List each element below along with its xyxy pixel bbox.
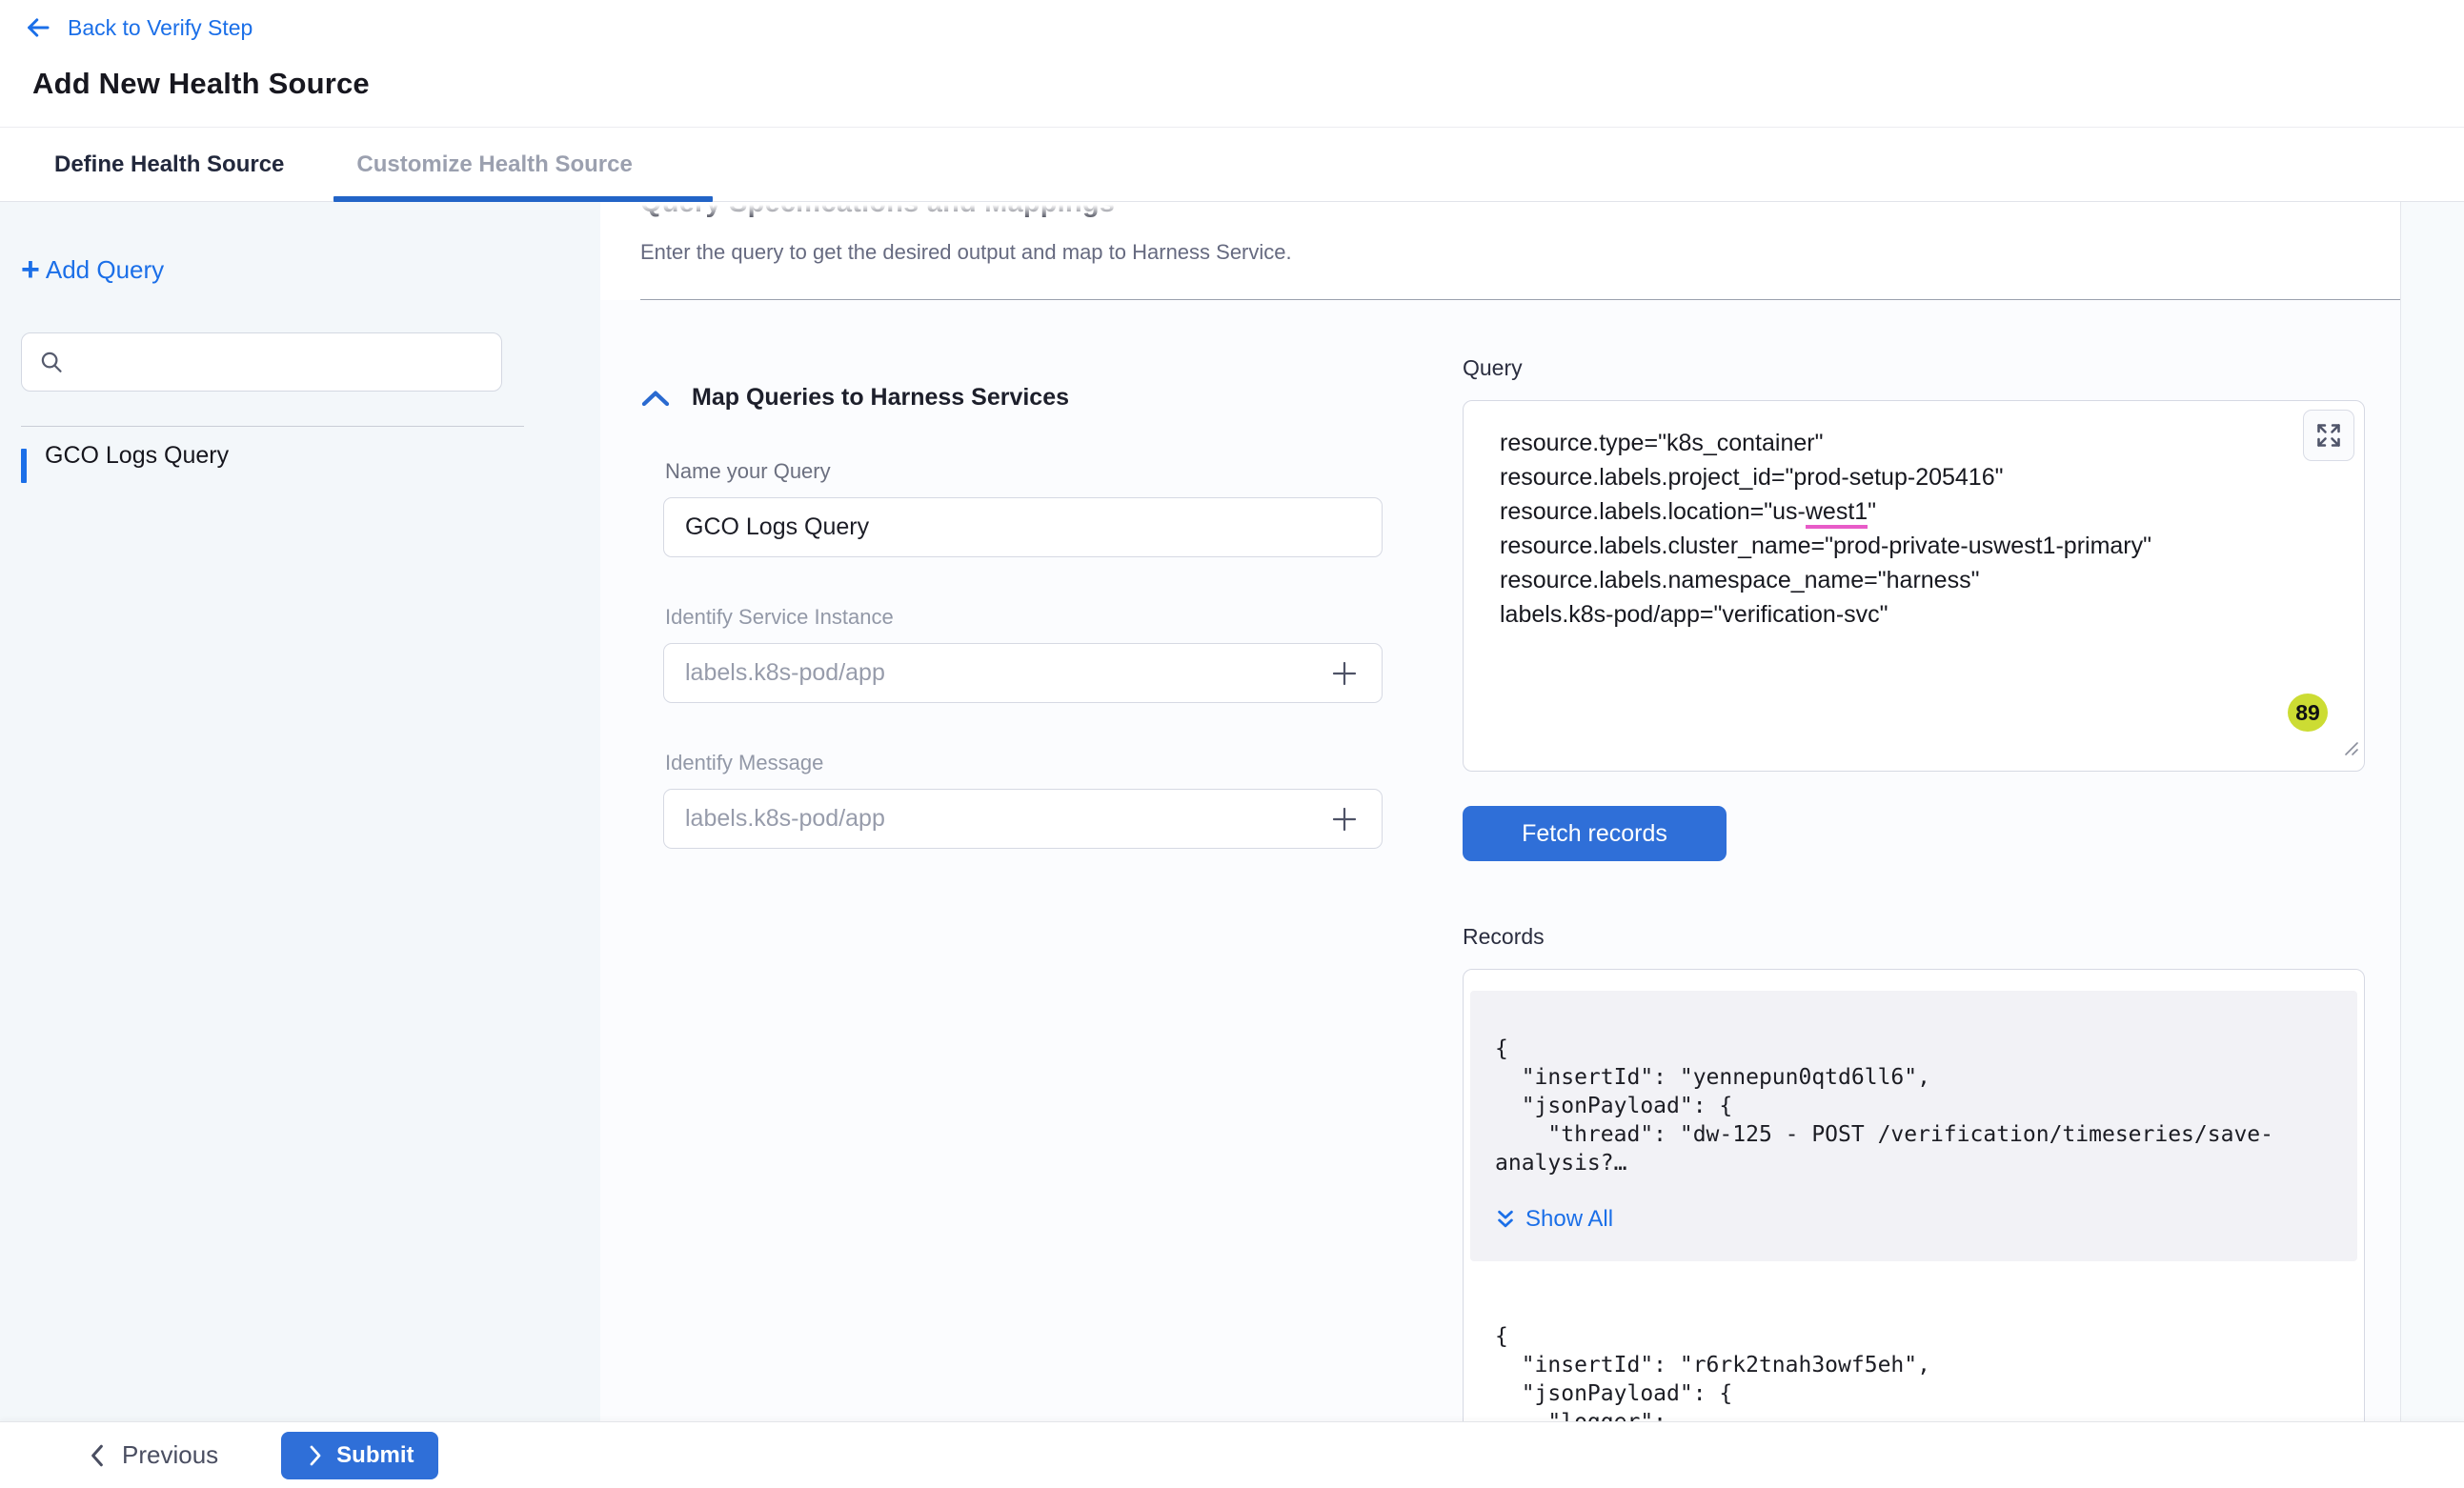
search-icon	[37, 348, 66, 376]
back-arrow-icon	[24, 13, 52, 42]
record-text-1: { "insertId": "yennepun0qtd6ll6", "jsonP…	[1495, 1035, 2348, 1177]
service-instance-add-button[interactable]	[1328, 657, 1361, 690]
identify-service-instance-label: Identify Service Instance	[665, 605, 1412, 630]
footer-bar: Previous Submit	[0, 1421, 2464, 1488]
section-subheading: Enter the query to get the desired outpu…	[640, 240, 2400, 265]
name-your-query-label: Name your Query	[665, 459, 1412, 484]
add-health-source-page: Back to Verify Step Add New Health Sourc…	[0, 0, 2464, 1488]
main-panel: Query Specifications and Mappings Enter …	[600, 202, 2401, 1488]
message-add-button[interactable]	[1328, 803, 1361, 835]
section-heading: Query Specifications and Mappings	[640, 202, 2400, 219]
query-column: Query resource.type="k8s_container"resou…	[1463, 300, 2365, 1488]
records-panel: { "insertId": "yennepun0qtd6ll6", "jsonP…	[1463, 969, 2365, 1488]
tab-customize-health-source[interactable]: Customize Health Source	[333, 128, 655, 201]
tab-define-health-source[interactable]: Define Health Source	[31, 128, 307, 201]
map-queries-collapse-toggle[interactable]: Map Queries to Harness Services	[640, 384, 1069, 412]
submit-label: Submit	[336, 1442, 414, 1469]
sidebar-item-gco-logs-query[interactable]: GCO Logs Query	[21, 442, 600, 489]
query-sidebar: + Add Query GCO Logs Query	[0, 202, 600, 1488]
message-input[interactable]: labels.k8s-pod/app	[663, 789, 1383, 849]
query-editor-text: resource.type="k8s_container"resource.la…	[1500, 426, 2307, 632]
record-count-badge: 89	[2288, 694, 2328, 732]
query-search-box[interactable]	[21, 332, 502, 392]
message-value: labels.k8s-pod/app	[685, 805, 885, 833]
maximize-icon	[2315, 422, 2342, 449]
previous-label: Previous	[122, 1440, 218, 1470]
chevron-right-icon	[306, 1444, 325, 1467]
show-all-label: Show All	[1525, 1206, 1613, 1233]
sidebar-divider	[21, 426, 524, 427]
service-instance-value: labels.k8s-pod/app	[685, 659, 885, 687]
query-name-value: GCO Logs Query	[685, 513, 869, 541]
body-row: + Add Query GCO Logs Query Query Specifi…	[0, 202, 2464, 1488]
map-queries-column: Map Queries to Harness Services Name you…	[640, 300, 1412, 1488]
identify-message-label: Identify Message	[665, 751, 1412, 775]
record-item: { "insertId": "yennepun0qtd6ll6", "jsonP…	[1470, 991, 2357, 1261]
submit-button[interactable]: Submit	[281, 1432, 438, 1479]
resize-handle[interactable]	[2338, 732, 2359, 766]
show-all-link[interactable]: Show All	[1495, 1206, 1613, 1233]
query-label: Query	[1463, 355, 2365, 381]
health-source-tabbar: Define Health Source Customize Health So…	[0, 127, 2464, 202]
back-to-verify-step-link[interactable]: Back to Verify Step	[24, 13, 252, 42]
section-content: Map Queries to Harness Services Name you…	[600, 300, 2400, 1488]
query-item-label: GCO Logs Query	[27, 442, 229, 470]
query-search-input[interactable]	[75, 348, 486, 376]
map-queries-title: Map Queries to Harness Services	[692, 384, 1069, 412]
section-header: Query Specifications and Mappings Enter …	[600, 202, 2400, 300]
back-link-label: Back to Verify Step	[68, 15, 252, 41]
records-label: Records	[1463, 924, 2365, 950]
fetch-records-button[interactable]: Fetch records	[1463, 806, 1727, 861]
previous-button[interactable]: Previous	[86, 1440, 218, 1470]
page-background-strip	[2401, 202, 2464, 1488]
expand-query-button[interactable]	[2303, 410, 2354, 461]
double-chevron-down-icon	[1495, 1208, 1516, 1231]
add-query-button[interactable]: + Add Query	[21, 255, 164, 285]
add-query-label: Add Query	[46, 255, 164, 285]
chevron-up-icon	[640, 389, 671, 408]
query-editor[interactable]: resource.type="k8s_container"resource.la…	[1463, 400, 2365, 772]
section-divider	[640, 299, 2400, 300]
chevron-left-icon	[86, 1443, 109, 1468]
query-name-input[interactable]: GCO Logs Query	[663, 497, 1383, 557]
page-title: Add New Health Source	[32, 67, 2464, 101]
plus-icon: +	[21, 257, 40, 282]
service-instance-input[interactable]: labels.k8s-pod/app	[663, 643, 1383, 703]
page-header: Back to Verify Step Add New Health Sourc…	[0, 0, 2464, 127]
